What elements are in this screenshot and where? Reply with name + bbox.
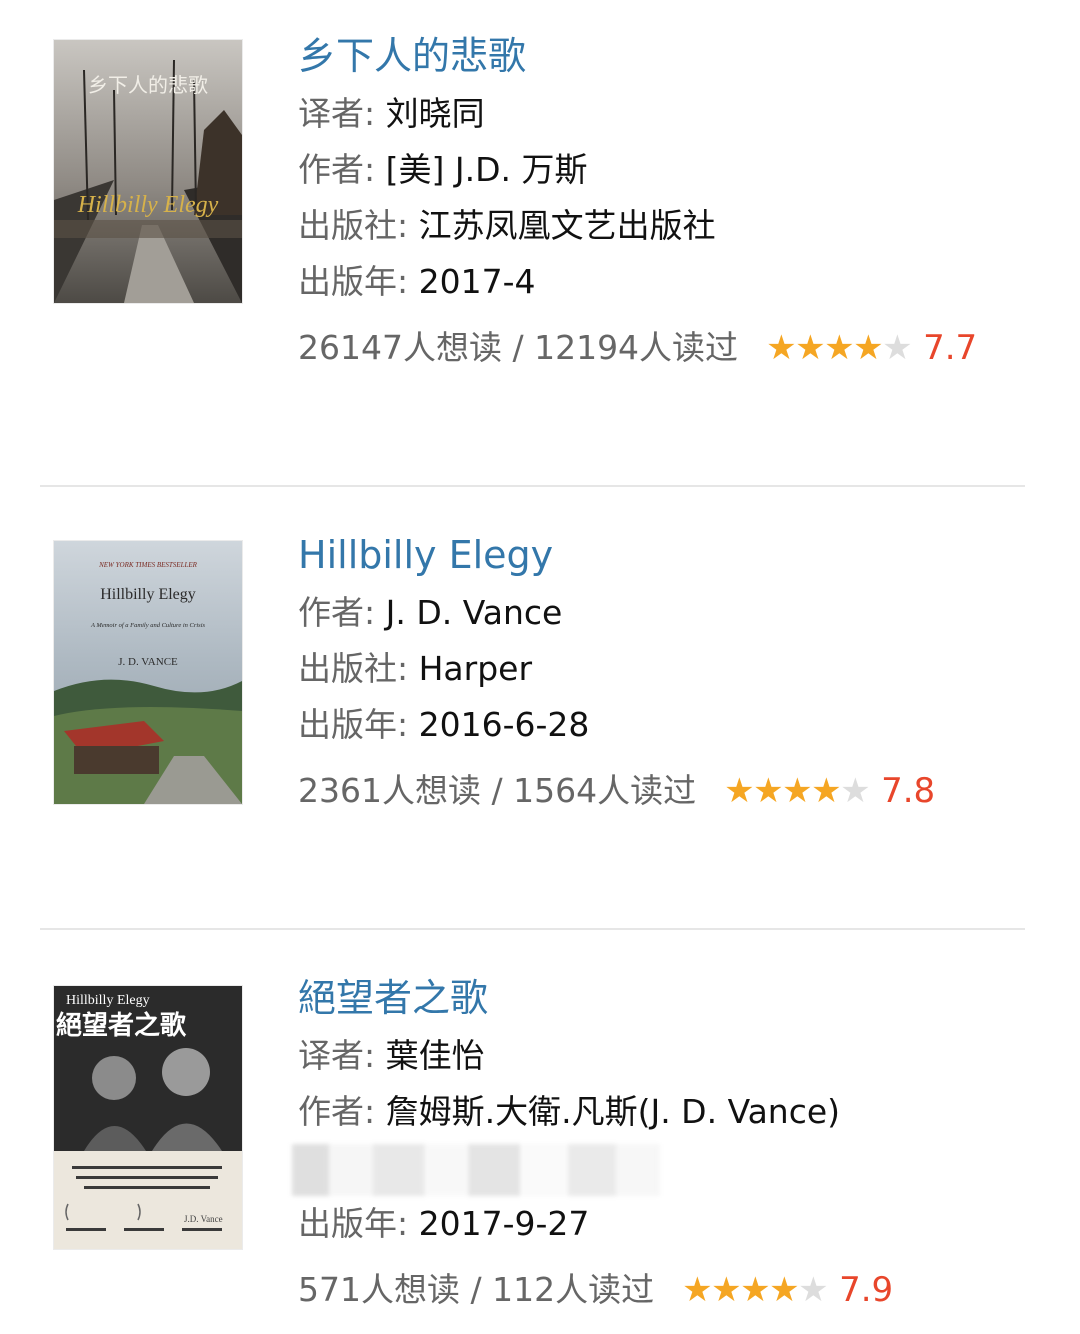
book-cover[interactable]: 乡下人的悲歌 Hillbilly Elegy [54, 40, 242, 303]
rating-row: 26147人想读 / 12194人读过 ★ ★ ★ ★ ★ 7.7 [298, 328, 1040, 368]
publisher-row: 出版社: Harper [298, 649, 1040, 689]
translator-row: 译者: 刘晓同 [298, 94, 1040, 134]
book-meta: 乡下人的悲歌 译者: 刘晓同 作者: [美] J.D. 万斯 出版社: 江苏凤凰… [298, 34, 1040, 368]
book-meta: 絕望者之歌 译者: 葉佳怡 作者: 詹姆斯.大衛.凡斯(J. D. Vance)… [298, 976, 1040, 1310]
year-value: 2016-6-28 [418, 705, 590, 744]
translator-value: 葉佳怡 [385, 1036, 485, 1075]
translator-row: 译者: 葉佳怡 [298, 1036, 1040, 1076]
author-label: 作者: [298, 593, 386, 632]
author-value: [美] J.D. 万斯 [385, 150, 588, 189]
cover-title-en: Hillbilly Elegy [100, 586, 196, 603]
translator-label: 译者: [298, 94, 386, 133]
author-row: 作者: 詹姆斯.大衛.凡斯(J. D. Vance) [298, 1092, 1040, 1132]
read-counts: 571人想读 / 112人读过 [298, 1270, 655, 1309]
rating-row: 571人想读 / 112人读过 ★ ★ ★ ★ ★ 7.9 [298, 1270, 1040, 1310]
translator-label: 译者: [298, 1036, 386, 1075]
publisher-row: 出版社: 江苏凤凰文艺出版社 [298, 206, 1040, 246]
book-item[interactable]: NEW YORK TIMES BESTSELLER Hillbilly Eleg… [0, 487, 1080, 928]
publisher-value: Harper [418, 649, 533, 688]
year-value: 2017-4 [418, 262, 536, 301]
star-rating: ★ ★ ★ ★ ★ [766, 328, 913, 368]
author-row: 作者: J. D. Vance [298, 593, 1040, 633]
publisher-label: 出版社: [298, 649, 419, 688]
author-value: 詹姆斯.大衛.凡斯(J. D. Vance) [385, 1092, 841, 1131]
book-item[interactable]: 乡下人的悲歌 Hillbilly Elegy 乡下人的悲歌 译者: 刘晓同 作者… [0, 0, 1080, 485]
star-rating: ★ ★ ★ ★ ★ [682, 1270, 829, 1310]
cover-title-cn: 絕望者之歌 [56, 1010, 187, 1040]
translator-value: 刘晓同 [385, 94, 485, 133]
book-cover[interactable]: Hillbilly Elegy 絕望者之歌 J.D. Vance [54, 986, 242, 1249]
read-counts: 26147人想读 / 12194人读过 [298, 328, 739, 367]
book-title-link[interactable]: 絕望者之歌 [298, 976, 1040, 1020]
redacted-publisher-blur [292, 1144, 660, 1196]
year-row: 出版年: 2017-9-27 [298, 1204, 1040, 1244]
star-empty-icon: ★ [882, 328, 913, 368]
year-row: 出版年: 2017-4 [298, 262, 1040, 302]
cover-author: J.D. Vance [184, 1214, 223, 1224]
cover-image-barn-landscape: NEW YORK TIMES BESTSELLER Hillbilly Eleg… [54, 541, 242, 804]
rating-row: 2361人想读 / 1564人读过 ★ ★ ★ ★ ★ 7.8 [298, 771, 1040, 811]
cover-title-en: Hillbilly Elegy [66, 993, 150, 1008]
star-filled-icon: ★ [740, 1270, 771, 1310]
star-empty-icon: ★ [798, 1270, 829, 1310]
rating-score: 7.8 [881, 771, 936, 811]
author-row: 作者: [美] J.D. 万斯 [298, 150, 1040, 190]
book-meta: Hillbilly Elegy 作者: J. D. Vance 出版社: Har… [298, 533, 1040, 811]
star-filled-icon: ★ [811, 771, 842, 811]
star-filled-icon: ★ [766, 328, 797, 368]
read-counts: 2361人想读 / 1564人读过 [298, 771, 697, 810]
book-cover[interactable]: NEW YORK TIMES BESTSELLER Hillbilly Eleg… [54, 541, 242, 804]
cover-bestseller: NEW YORK TIMES BESTSELLER [98, 561, 198, 569]
book-title-link[interactable]: 乡下人的悲歌 [298, 34, 1040, 78]
cover-author: J. D. VANCE [118, 656, 178, 668]
star-filled-icon: ★ [711, 1270, 742, 1310]
star-filled-icon: ★ [795, 328, 826, 368]
author-label: 作者: [298, 1092, 386, 1131]
rating-score: 7.9 [839, 1270, 894, 1310]
cover-image-country-road: 乡下人的悲歌 Hillbilly Elegy [54, 40, 242, 303]
year-row: 出版年: 2016-6-28 [298, 705, 1040, 745]
year-label: 出版年: [298, 1204, 419, 1243]
author-value: J. D. Vance [385, 593, 563, 632]
year-label: 出版年: [298, 262, 419, 301]
star-filled-icon: ★ [853, 328, 884, 368]
cover-subtitle: A Memoir of a Family and Culture in Cris… [90, 622, 206, 629]
cover-title-en: Hillbilly Elegy [77, 192, 219, 218]
star-empty-icon: ★ [840, 771, 871, 811]
year-value: 2017-9-27 [418, 1204, 590, 1243]
star-rating: ★ ★ ★ ★ ★ [724, 771, 871, 811]
book-item[interactable]: Hillbilly Elegy 絕望者之歌 J.D. Vance 絕望者之歌 译… [0, 930, 1080, 1334]
rating-score: 7.7 [923, 328, 978, 368]
publisher-label: 出版社: [298, 206, 419, 245]
star-filled-icon: ★ [824, 328, 855, 368]
author-label: 作者: [298, 150, 386, 189]
star-filled-icon: ★ [769, 1270, 800, 1310]
star-filled-icon: ★ [682, 1270, 713, 1310]
star-filled-icon: ★ [724, 771, 755, 811]
publisher-value: 江苏凤凰文艺出版社 [418, 206, 716, 245]
cover-image-children-photo: Hillbilly Elegy 絕望者之歌 J.D. Vance [54, 986, 242, 1249]
cover-title-cn: 乡下人的悲歌 [88, 74, 208, 97]
year-label: 出版年: [298, 705, 419, 744]
star-filled-icon: ★ [782, 771, 813, 811]
book-title-link[interactable]: Hillbilly Elegy [298, 533, 1040, 577]
star-filled-icon: ★ [753, 771, 784, 811]
